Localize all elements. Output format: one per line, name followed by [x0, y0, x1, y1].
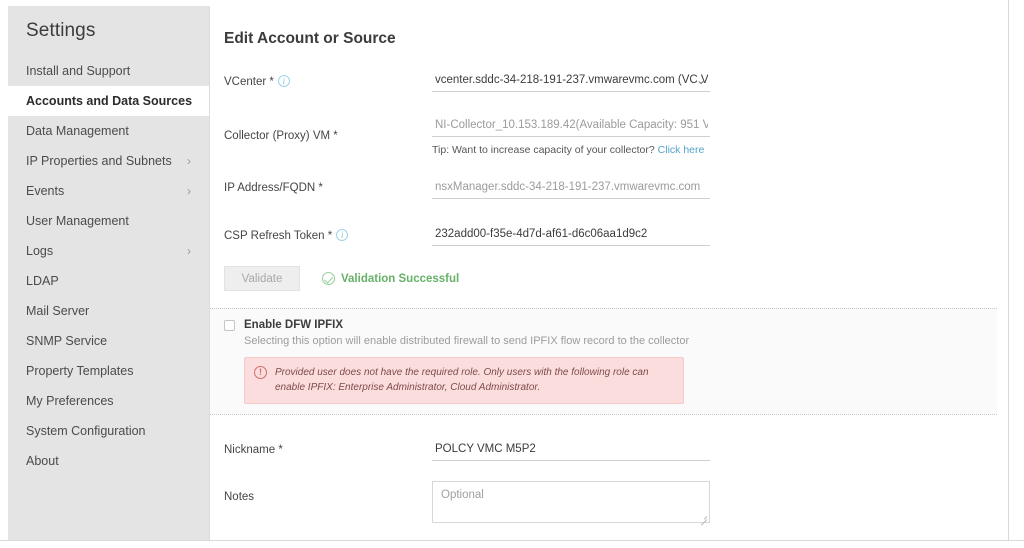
- sidebar-item-label: Events: [26, 184, 65, 198]
- sidebar-item-label: User Management: [26, 214, 129, 228]
- notes-textarea[interactable]: [432, 481, 710, 524]
- dfw-ipfix-section: Enable DFW IPFIX Selecting this option w…: [210, 308, 997, 416]
- sidebar-item-logs[interactable]: Logs ›: [8, 236, 209, 266]
- sidebar-item-system-configuration[interactable]: System Configuration: [8, 416, 209, 446]
- sidebar-item-label: LDAP: [26, 274, 59, 288]
- ipfix-warning-text: Provided user does not have the required…: [275, 367, 649, 394]
- sidebar-item-about[interactable]: About: [8, 446, 209, 476]
- ip-fqdn-input[interactable]: [432, 178, 710, 200]
- info-icon[interactable]: i: [277, 75, 290, 88]
- chevron-right-icon: ›: [187, 244, 191, 258]
- sidebar-item-snmp-service[interactable]: SNMP Service: [8, 326, 209, 356]
- chevron-right-icon: ›: [187, 184, 191, 198]
- sidebar-item-label: My Preferences: [26, 394, 114, 408]
- settings-page: Settings Install and Support Accounts an…: [0, 0, 1024, 548]
- field-row-ip-fqdn: IP Address/FQDN *: [224, 178, 1008, 200]
- settings-sidebar: Settings Install and Support Accounts an…: [8, 6, 209, 540]
- validate-row: Validate Validation Successful: [224, 266, 1008, 292]
- tip-text: Tip: Want to increase capacity of your c…: [432, 144, 658, 157]
- chevron-right-icon: ›: [187, 154, 191, 168]
- sidebar-item-mail-server[interactable]: Mail Server: [8, 296, 209, 326]
- window-frame-left: [0, 0, 8, 548]
- window-frame-bottom: [0, 540, 1024, 548]
- enable-dfw-ipfix-checkbox[interactable]: [224, 319, 235, 331]
- field-row-csp-token: CSP Refresh Token * i: [224, 225, 1008, 247]
- sidebar-title: Settings: [26, 20, 96, 41]
- sidebar-item-label: Install and Support: [26, 64, 131, 78]
- warning-exclamation-icon: !: [254, 366, 267, 380]
- sidebar-item-user-management[interactable]: User Management: [8, 206, 209, 236]
- collector-label: Collector (Proxy) VM *: [224, 130, 338, 143]
- notes-textarea-wrap: [432, 481, 710, 524]
- sidebar-item-events[interactable]: Events ›: [8, 176, 209, 206]
- click-here-link[interactable]: Click here: [658, 144, 705, 156]
- csp-token-input[interactable]: [432, 225, 710, 247]
- sidebar-item-ip-properties-and-subnets[interactable]: IP Properties and Subnets ›: [8, 146, 209, 176]
- check-circle-icon: [322, 272, 335, 286]
- sidebar-item-label: Mail Server: [26, 304, 90, 318]
- enable-dfw-ipfix-help: Selecting this option will enable distri…: [244, 335, 690, 348]
- sidebar-item-label: Data Management: [26, 124, 129, 138]
- window-frame-right: [1008, 0, 1024, 548]
- sidebar-item-my-preferences[interactable]: My Preferences: [8, 386, 209, 416]
- nickname-input[interactable]: [432, 440, 710, 462]
- window-frame-top: [0, 0, 1024, 6]
- csp-token-label: CSP Refresh Token * i: [224, 225, 432, 242]
- validation-status-text: Validation Successful: [341, 272, 460, 285]
- ip-fqdn-label: IP Address/FQDN *: [224, 182, 323, 195]
- sidebar-item-accounts-and-data-sources[interactable]: Accounts and Data Sources: [8, 86, 209, 116]
- vcenter-label: VCenter * i: [224, 71, 432, 88]
- validate-button[interactable]: Validate: [224, 266, 300, 292]
- vcenter-select[interactable]: [432, 71, 710, 93]
- sidebar-item-data-management[interactable]: Data Management: [8, 116, 209, 146]
- sidebar-item-label: SNMP Service: [26, 334, 108, 348]
- nickname-label: Nickname *: [224, 444, 283, 457]
- info-icon[interactable]: i: [336, 229, 349, 242]
- enable-dfw-ipfix-row[interactable]: Enable DFW IPFIX: [224, 319, 997, 331]
- sidebar-item-ldap[interactable]: LDAP: [8, 266, 209, 296]
- field-row-collector: Collector (Proxy) VM * Tip: Want to incr…: [224, 116, 1008, 156]
- vcenter-select-wrap: ⌄: [432, 71, 710, 93]
- enable-dfw-ipfix-label: Enable DFW IPFIX: [244, 319, 344, 332]
- field-row-nickname: Nickname *: [224, 440, 1008, 462]
- validation-status: Validation Successful: [322, 272, 460, 286]
- collector-capacity-tip: Tip: Want to increase capacity of your c…: [432, 144, 732, 156]
- sidebar-item-label: About: [26, 454, 59, 468]
- sidebar-item-label: System Configuration: [26, 424, 146, 438]
- ipfix-permission-warning: ! Provided user does not have the requir…: [244, 357, 684, 405]
- main-content: Edit Account or Source VCenter *i ⌄ Coll…: [209, 6, 1008, 540]
- sidebar-item-label: IP Properties and Subnets: [26, 154, 172, 168]
- notes-label: Notes: [224, 491, 255, 504]
- sidebar-item-label: Property Templates: [26, 364, 134, 378]
- field-row-notes: Notes: [224, 481, 1008, 524]
- sidebar-item-property-templates[interactable]: Property Templates: [8, 356, 209, 386]
- field-row-vcenter: VCenter *i ⌄: [224, 71, 1008, 93]
- sidebar-item-label: Accounts and Data Sources: [26, 94, 193, 108]
- collector-input[interactable]: [432, 116, 710, 138]
- page-title: Edit Account or Source: [224, 30, 396, 48]
- sidebar-item-label: Logs: [26, 244, 54, 258]
- sidebar-item-install-and-support[interactable]: Install and Support: [8, 56, 209, 86]
- edit-account-form: VCenter *i ⌄ Collector (Proxy) VM * Tip:…: [210, 71, 1008, 540]
